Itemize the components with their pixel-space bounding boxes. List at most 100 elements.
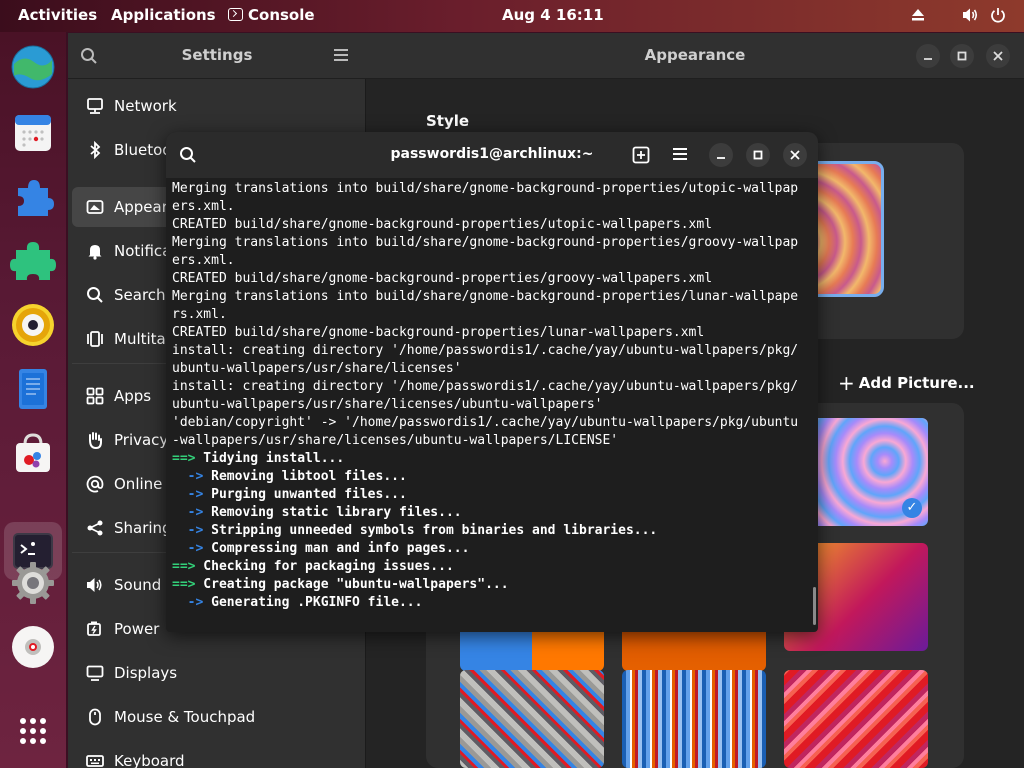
close-icon xyxy=(993,51,1003,61)
add-picture-button[interactable]: + Add Picture... xyxy=(838,371,975,395)
terminal-message: Creating package "ubuntu-wallpapers"... xyxy=(195,577,509,592)
terminal-line: Merging translations into build/share/gn… xyxy=(172,181,799,196)
terminal-line: ubuntu-wallpapers/usr/share/licenses' xyxy=(172,361,462,376)
add-picture-label: Add Picture... xyxy=(858,374,975,392)
calendar-icon[interactable] xyxy=(10,110,56,156)
bluetooth-icon xyxy=(90,141,101,159)
power-icon xyxy=(87,621,101,636)
mouse-icon xyxy=(89,708,101,726)
disc-icon[interactable] xyxy=(10,624,56,670)
terminal-message: Removing static library files... xyxy=(203,505,462,520)
clock[interactable]: Aug 4 16:11 xyxy=(502,6,604,24)
terminal-line: CREATED build/share/gnome-background-pro… xyxy=(172,271,713,286)
terminal-line: -> Purging unwanted files... xyxy=(172,486,814,504)
hamburger-menu-icon[interactable] xyxy=(672,147,688,161)
power-icon[interactable] xyxy=(990,7,1006,23)
close-button[interactable] xyxy=(986,44,1010,68)
terminal-line: ==> Tidying install... xyxy=(172,450,814,468)
top-bar: Activities Applications Console Aug 4 16… xyxy=(0,0,1024,32)
app-menu-console[interactable]: Console xyxy=(228,6,315,24)
terminal-message: Generating .PKGINFO file... xyxy=(203,595,423,610)
terminal-close-button[interactable] xyxy=(783,143,807,167)
terminal-output[interactable]: Merging translations into build/share/gn… xyxy=(172,180,814,626)
terminal-prefix: -> xyxy=(172,487,204,502)
volume-icon[interactable] xyxy=(962,7,980,23)
sidebar-item-label: Sound xyxy=(114,576,162,594)
sidebar-item-label: Network xyxy=(114,97,177,115)
terminal-line: Merging translations into build/share/gn… xyxy=(172,289,799,304)
app-grid-icon[interactable] xyxy=(10,708,56,754)
terminal-prefix: ==> xyxy=(172,577,196,592)
sidebar-item-keyboard[interactable]: Keyboard xyxy=(72,741,362,768)
terminal-line: -> Removing static library files... xyxy=(172,504,814,522)
terminal-line: rs.xml. xyxy=(172,307,227,322)
network-icon xyxy=(87,98,103,114)
wallpaper-thumbnail[interactable] xyxy=(622,670,766,768)
console-icon xyxy=(228,8,243,21)
selected-check-icon: ✓ xyxy=(902,498,922,518)
rhythmbox-icon[interactable] xyxy=(10,302,56,348)
terminal-line: -wallpapers/usr/share/licenses/ubuntu-wa… xyxy=(172,433,619,448)
terminal-message: Checking for packaging issues... xyxy=(195,559,454,574)
sidebar-item-mouse-touchpad[interactable]: Mouse & Touchpad xyxy=(72,697,362,737)
speaker-icon xyxy=(87,578,102,592)
sidebar-item-network[interactable]: Network xyxy=(72,86,362,126)
terminal-scrollbar[interactable] xyxy=(813,587,816,625)
terminal-minimize-button[interactable] xyxy=(709,143,733,167)
new-tab-icon[interactable] xyxy=(632,146,650,164)
content-header: Appearance xyxy=(366,33,1024,79)
terminal-line: -> Stripping unneeded symbols from binar… xyxy=(172,522,814,540)
terminal-line: 'debian/copyright' -> '/home/passwordis1… xyxy=(172,415,799,430)
terminal-prefix: ==> xyxy=(172,559,196,574)
keyboard-icon xyxy=(86,755,104,767)
terminal-line: -> Generating .PKGINFO file... xyxy=(172,594,814,612)
sidebar-item-label: Sharing xyxy=(114,519,172,537)
puzzle-icon[interactable] xyxy=(10,238,56,284)
activities-button[interactable]: Activities xyxy=(18,6,97,24)
minimize-icon xyxy=(717,157,725,159)
terminal-prefix: -> xyxy=(172,523,204,538)
terminal-line: Merging translations into build/share/gn… xyxy=(172,235,799,250)
browser-icon[interactable] xyxy=(10,44,56,90)
terminal-message: Compressing man and info pages... xyxy=(203,541,470,556)
terminal-line: ers.xml. xyxy=(172,199,235,214)
extensions-icon[interactable] xyxy=(10,174,56,220)
bell-icon xyxy=(88,245,102,260)
terminal-line: ==> Checking for packaging issues... xyxy=(172,558,814,576)
hand-icon xyxy=(89,432,102,449)
minimize-button[interactable] xyxy=(916,44,940,68)
sidebar-title: Settings xyxy=(181,46,253,64)
close-icon xyxy=(790,150,800,160)
terminal-maximize-button[interactable] xyxy=(746,143,770,167)
plus-icon: + xyxy=(838,371,855,395)
applications-menu[interactable]: Applications xyxy=(111,6,216,24)
appearance-icon xyxy=(86,200,104,214)
terminal-line: install: creating directory '/home/passw… xyxy=(172,379,799,394)
terminal-line: ubuntu-wallpapers/usr/share/licenses/ubu… xyxy=(172,397,603,412)
wallpaper-thumbnail[interactable] xyxy=(460,670,604,768)
terminal-line: -> Removing libtool files... xyxy=(172,468,814,486)
maximize-icon xyxy=(753,150,763,160)
software-store-icon[interactable] xyxy=(10,430,56,476)
sidebar-header: Settings xyxy=(68,33,366,79)
hamburger-menu-icon[interactable] xyxy=(333,48,349,62)
sidebar-item-displays[interactable]: Displays xyxy=(72,653,362,693)
settings-gear-icon[interactable] xyxy=(10,560,56,606)
terminal-window: passwordis1@archlinux:~ Merging translat… xyxy=(166,132,818,632)
terminal-prefix: ==> xyxy=(172,451,196,466)
maximize-button[interactable] xyxy=(950,44,974,68)
terminal-line: ers.xml. xyxy=(172,253,235,268)
text-editor-icon[interactable] xyxy=(10,366,56,412)
sidebar-item-label: Search xyxy=(114,286,166,304)
terminal-message: Purging unwanted files... xyxy=(203,487,407,502)
sidebar-item-label: Apps xyxy=(114,387,152,405)
terminal-line: -> Compressing man and info pages... xyxy=(172,540,814,558)
eject-icon[interactable] xyxy=(910,7,926,23)
sidebar-item-label: Displays xyxy=(114,664,178,682)
terminal-line: CREATED build/share/gnome-background-pro… xyxy=(172,325,705,340)
minimize-icon xyxy=(924,58,932,60)
wallpaper-thumbnail[interactable] xyxy=(784,670,928,768)
share-icon xyxy=(87,520,103,536)
terminal-prefix: -> xyxy=(172,595,204,610)
terminal-message: Tidying install... xyxy=(195,451,345,466)
